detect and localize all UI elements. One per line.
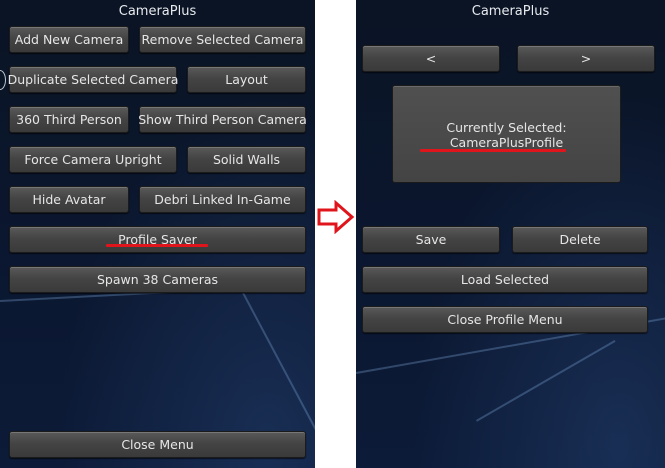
button-label: 360 Third Person — [16, 112, 122, 127]
button-label: Solid Walls — [212, 152, 281, 167]
duplicate-selected-camera-button[interactable]: Duplicate Selected Camera — [7, 66, 179, 93]
button-label: Add New Camera — [14, 32, 124, 47]
remove-selected-camera-button[interactable]: Remove Selected Camera — [139, 26, 306, 53]
button-label: Spawn 38 Cameras — [96, 272, 219, 287]
save-button[interactable]: Save — [362, 226, 500, 253]
add-new-camera-button[interactable]: Add New Camera — [9, 26, 129, 53]
button-label: Debri Linked In-Game — [154, 192, 291, 207]
profile-menu-panel: CameraPlus < > Currently Selected: Camer… — [356, 0, 665, 468]
panel-title: CameraPlus — [118, 4, 197, 19]
left-menu-panel: CameraPlus Add New Camera Remove Selecte… — [0, 0, 315, 468]
solid-walls-button[interactable]: Solid Walls — [187, 146, 306, 173]
spawn-cameras-button[interactable]: Spawn 38 Cameras — [9, 266, 306, 293]
background-line — [476, 340, 616, 422]
button-label: Delete — [559, 232, 601, 247]
highlight-underline — [106, 244, 208, 247]
close-profile-menu-button[interactable]: Close Profile Menu — [362, 306, 648, 333]
highlight-underline — [420, 149, 566, 152]
load-selected-button[interactable]: Load Selected — [362, 266, 648, 293]
button-label: Force Camera Upright — [24, 152, 162, 167]
debri-linked-button[interactable]: Debri Linked In-Game — [139, 186, 306, 213]
button-label: Duplicate Selected Camera — [7, 72, 179, 87]
ring-decoration — [0, 70, 6, 90]
layout-button[interactable]: Layout — [187, 66, 306, 93]
currently-selected-box: Currently Selected: CameraPlusProfile — [392, 85, 621, 183]
button-label: Close Profile Menu — [447, 312, 563, 327]
button-label: < — [425, 51, 437, 66]
button-label: Remove Selected Camera — [141, 32, 304, 47]
close-menu-button[interactable]: Close Menu — [9, 431, 306, 458]
button-label: Close Menu — [121, 437, 194, 452]
button-label: Hide Avatar — [32, 192, 106, 207]
panel-title: CameraPlus — [471, 4, 550, 19]
button-label: Save — [415, 232, 447, 247]
profile-saver-button[interactable]: Profile Saver — [9, 226, 306, 253]
previous-profile-button[interactable]: < — [362, 45, 500, 72]
third-person-360-button[interactable]: 360 Third Person — [9, 106, 129, 133]
hide-avatar-button[interactable]: Hide Avatar — [9, 186, 129, 213]
delete-button[interactable]: Delete — [512, 226, 648, 253]
force-camera-upright-button[interactable]: Force Camera Upright — [9, 146, 177, 173]
right-arrow-icon — [316, 199, 356, 235]
button-label: Layout — [225, 72, 268, 87]
button-label: > — [580, 51, 592, 66]
button-label: Load Selected — [460, 272, 550, 287]
currently-selected-value: CameraPlusProfile — [449, 135, 564, 150]
currently-selected-label: Currently Selected: — [446, 120, 567, 135]
show-third-person-camera-button[interactable]: Show Third Person Camera — [138, 106, 307, 133]
next-profile-button[interactable]: > — [517, 45, 655, 72]
button-label: Show Third Person Camera — [138, 112, 307, 127]
